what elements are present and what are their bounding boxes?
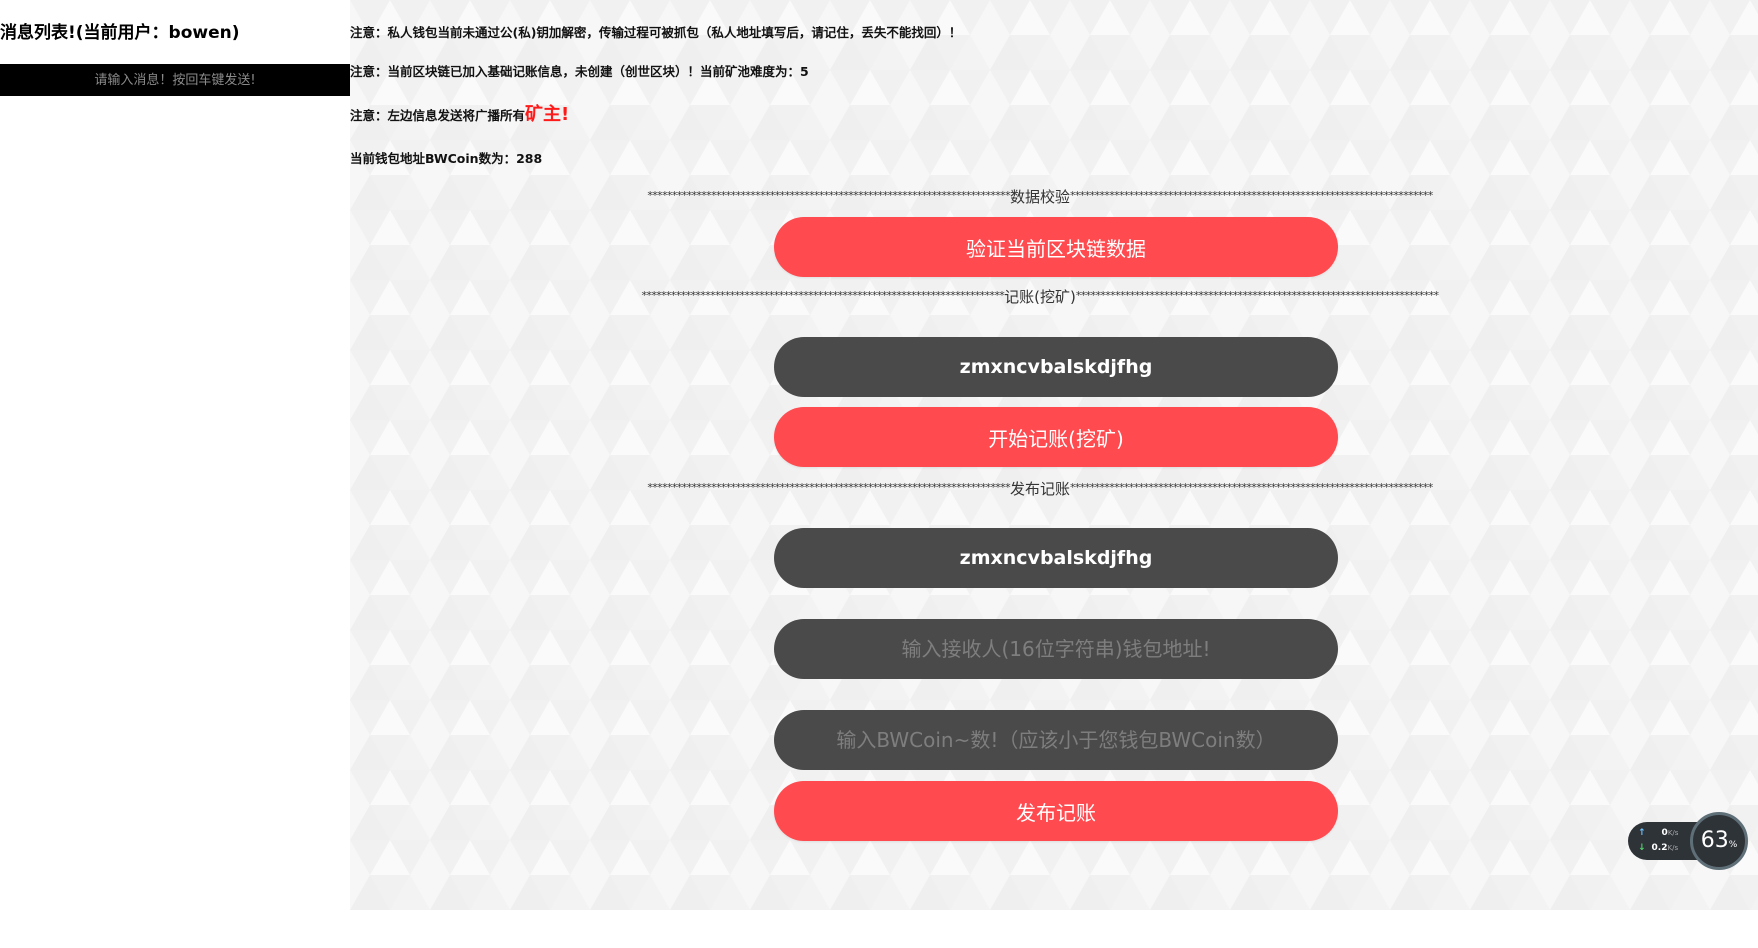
receiver-address-input[interactable]: [774, 619, 1338, 679]
divider-stars-right: ****************************************…: [1075, 289, 1439, 302]
divider-label-publish: 发布记账: [1009, 480, 1070, 498]
notice-wallet-encryption: 注意：私人钱包当前未通过公(私)钥加解密，传输过程可被抓包（私人地址填写后，请记…: [350, 25, 962, 40]
download-speed-row: ↓ 0.2K/s: [1638, 843, 1678, 853]
download-arrow-icon: ↓: [1638, 843, 1646, 853]
divider-stars-left: ****************************************…: [641, 289, 1005, 302]
mining-wallet-address-input[interactable]: [774, 337, 1338, 397]
notice-broadcast-text: 注意：左边信息发送将广播所有: [350, 108, 526, 123]
divider-label-mining: 记账(挖矿): [1004, 288, 1076, 306]
divider-stars-right: ****************************************…: [1070, 481, 1433, 494]
verify-blockchain-button[interactable]: 验证当前区块链数据: [774, 217, 1338, 277]
divider-mining: ****************************************…: [590, 286, 1490, 307]
upload-speed-unit: K/s: [1667, 829, 1679, 837]
download-speed-value: 0.2: [1651, 843, 1668, 853]
memory-usage-unit: %: [1728, 840, 1738, 850]
message-input[interactable]: [0, 64, 350, 96]
notice-broadcast: 注意：左边信息发送将广播所有矿主!: [350, 100, 569, 126]
download-speed-unit: K/s: [1667, 844, 1679, 852]
divider-label-verify: 数据校验: [1009, 188, 1070, 206]
divider-publish: ****************************************…: [590, 478, 1490, 499]
publish-transaction-button[interactable]: 发布记账: [774, 781, 1338, 841]
network-speed-widget[interactable]: ↑ 0K/s ↓ 0.2K/s 63%: [1628, 812, 1748, 870]
divider-stars-left: ****************************************…: [647, 481, 1010, 494]
message-list-title: 消息列表!(当前用户：bowen): [0, 23, 240, 43]
notice-blockchain-status: 注意：当前区块链已加入基础记账信息，未创建（创世区块）！当前矿池难度为：5: [350, 64, 809, 79]
sender-wallet-address-input[interactable]: [774, 528, 1338, 588]
divider-data-verify: ****************************************…: [590, 186, 1490, 207]
main-panel: 注意：私人钱包当前未通过公(私)钥加解密，传输过程可被抓包（私人地址填写后，请记…: [350, 0, 1758, 910]
upload-arrow-icon: ↑: [1638, 828, 1646, 838]
upload-speed-row: ↑ 0K/s: [1638, 828, 1678, 838]
notice-broadcast-highlight: 矿主!: [525, 104, 570, 125]
start-mining-button[interactable]: 开始记账(挖矿): [774, 407, 1338, 467]
divider-stars-left: ****************************************…: [647, 189, 1010, 202]
wallet-balance-text: 当前钱包地址BWCoin数为：288: [350, 151, 543, 166]
memory-usage-gauge[interactable]: 63%: [1690, 812, 1748, 870]
bwcoin-amount-input[interactable]: [774, 710, 1338, 770]
message-panel: 消息列表!(当前用户：bowen): [0, 0, 350, 948]
memory-usage-value: 63: [1700, 828, 1729, 853]
divider-stars-right: ****************************************…: [1070, 189, 1433, 202]
